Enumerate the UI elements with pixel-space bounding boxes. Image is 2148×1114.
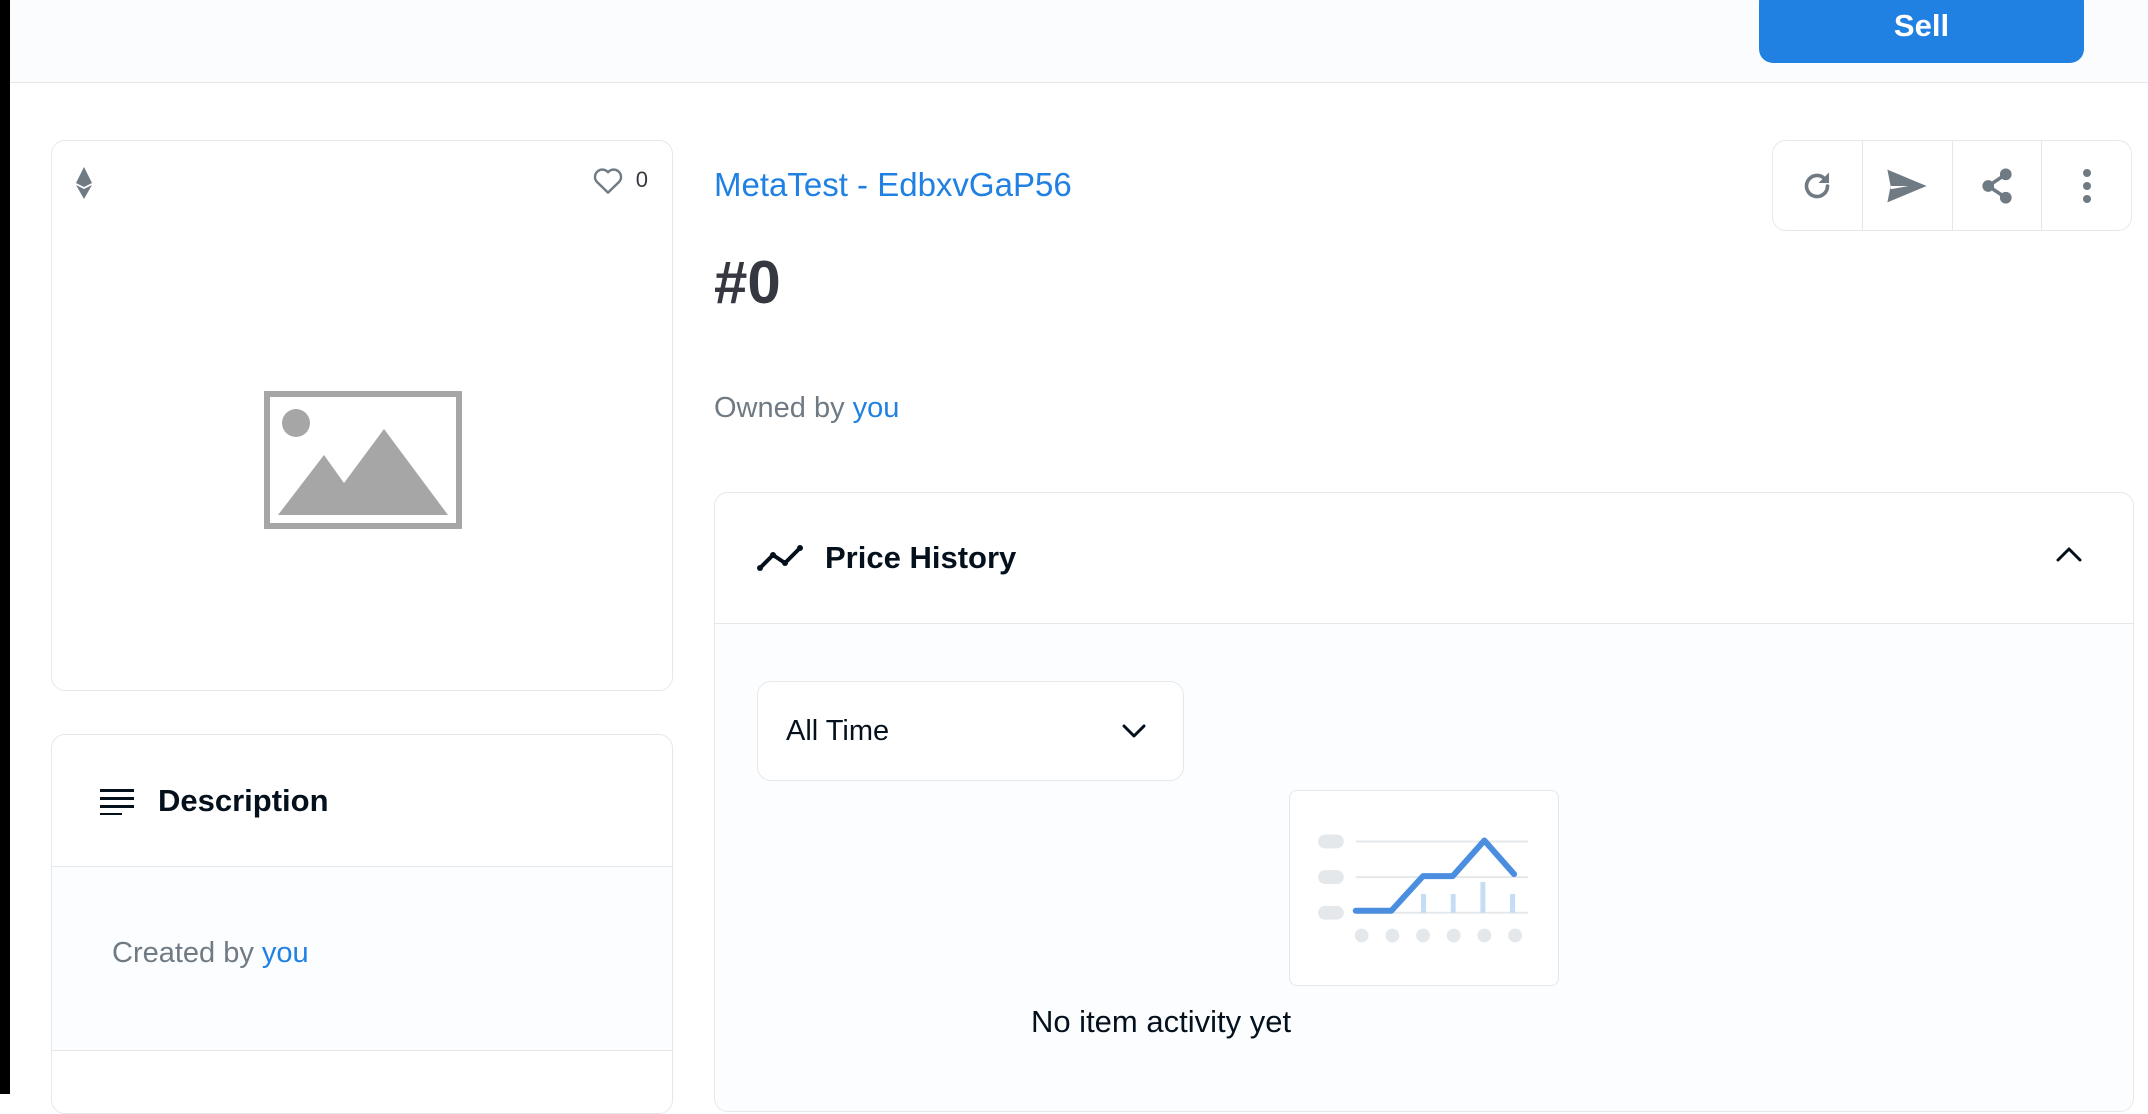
more-vertical-icon (2082, 168, 2091, 203)
price-history-panel: Price History All Time No item activity … (714, 492, 2134, 1112)
favorite-control[interactable]: 0 (592, 165, 648, 195)
created-prefix: Created by (112, 937, 254, 969)
created-by-text: Created by you (112, 937, 309, 970)
time-range-value: All Time (786, 714, 890, 747)
chevron-up-icon[interactable] (2055, 545, 2083, 563)
refresh-button[interactable] (1773, 141, 1863, 230)
no-activity-message: No item activity yet (715, 1004, 2132, 1040)
image-placeholder-icon (264, 391, 462, 529)
price-history-body: All Time No item activity yet (715, 624, 2133, 1111)
collection-link[interactable]: MetaTest - EdbxvGaP56 (714, 166, 1072, 204)
send-icon (1887, 169, 1927, 202)
owned-by-text: Owned by you (714, 392, 899, 425)
ethereum-icon (76, 167, 92, 199)
price-history-title: Price History (825, 540, 1017, 575)
description-panel: Description Created by you (51, 734, 673, 1114)
transfer-button[interactable] (1863, 141, 1953, 230)
share-icon (1982, 167, 2012, 204)
item-actions-group (1772, 140, 2132, 231)
trending-line-icon (757, 545, 803, 571)
no-activity-text: No item activity yet (1030, 1004, 1292, 1039)
time-range-select[interactable]: All Time (757, 681, 1184, 781)
heart-icon[interactable] (592, 165, 624, 195)
description-body: Created by you (52, 867, 672, 1051)
share-button[interactable] (1953, 141, 2043, 230)
window-edge (0, 0, 10, 1094)
description-title: Description (158, 782, 329, 818)
description-lines-icon (100, 788, 134, 815)
creator-link[interactable]: you (262, 937, 309, 969)
chevron-down-icon (1122, 724, 1146, 738)
owned-prefix: Owned by (714, 392, 845, 424)
favorites-count: 0 (635, 167, 648, 192)
sell-button[interactable]: Sell (1759, 0, 2084, 63)
price-history-header[interactable]: Price History (715, 493, 2133, 624)
empty-chart-illustration (1289, 790, 1559, 986)
refresh-icon (1805, 172, 1830, 198)
description-header[interactable]: Description (52, 735, 672, 867)
owner-link[interactable]: you (853, 392, 900, 424)
item-title: #0 (714, 249, 781, 316)
top-bar: Sell (10, 0, 2148, 83)
more-options-button[interactable] (2042, 141, 2131, 230)
item-media-card: 0 (51, 140, 673, 691)
